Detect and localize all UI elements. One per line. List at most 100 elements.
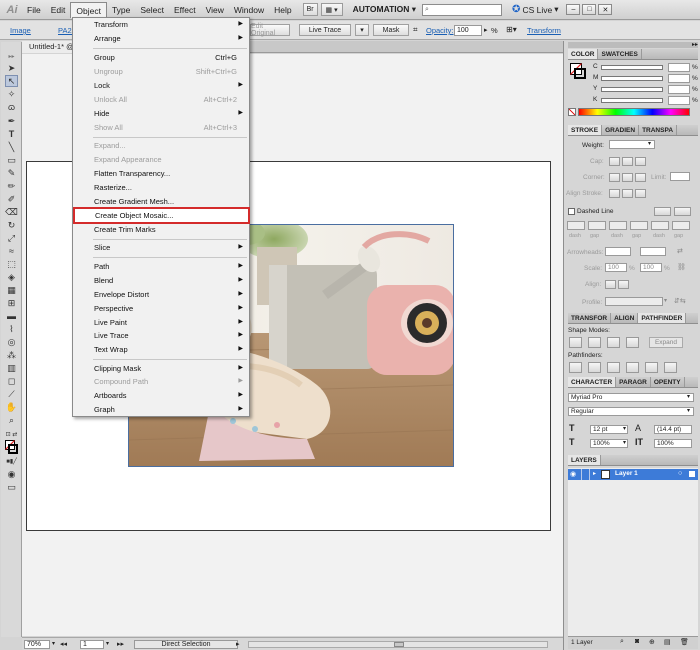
menu-item-create-object-mosaic[interactable]: Create Object Mosaic...	[73, 207, 250, 224]
magic-wand-tool-icon[interactable]: ✧	[5, 88, 18, 100]
mask-button[interactable]: Mask	[373, 24, 409, 36]
opacity-link[interactable]: Opacity:	[426, 26, 454, 35]
layer-selection-indicator[interactable]	[689, 471, 695, 477]
round-cap-icon[interactable]	[622, 157, 633, 166]
exclude-icon[interactable]	[626, 337, 639, 348]
miter-limit-field[interactable]	[670, 172, 690, 181]
column-graph-tool-icon[interactable]: ▥	[5, 362, 18, 374]
status-menu-icon[interactable]: ▸	[236, 640, 240, 648]
swap-arrowheads-icon[interactable]: ⇄	[677, 247, 683, 255]
paintbrush-tool-icon[interactable]: ✎	[5, 167, 18, 179]
horizontal-scrollbar[interactable]	[248, 641, 548, 648]
gap-3-field[interactable]	[672, 221, 690, 230]
tab-color[interactable]: COLOR	[568, 49, 599, 59]
close-icon[interactable]: ✕	[598, 4, 613, 15]
trim-icon[interactable]	[588, 362, 601, 373]
visibility-eye-icon[interactable]: ◉	[570, 470, 576, 478]
lasso-tool-icon[interactable]: ɷ	[5, 101, 18, 113]
edit-original-button[interactable]: Edit Original	[250, 23, 290, 37]
scale-tool-icon[interactable]: ⤢	[5, 232, 18, 244]
dash-1-field[interactable]	[567, 221, 585, 230]
menu-item-path[interactable]: Path ▶	[73, 260, 249, 273]
cyan-field[interactable]	[668, 63, 690, 72]
new-sublayer-icon[interactable]: ⊕	[649, 638, 655, 646]
transform-link[interactable]: Transform	[527, 26, 561, 35]
profile-dropdown-icon[interactable]: ▾	[664, 297, 667, 304]
minus-back-icon[interactable]	[664, 362, 677, 373]
end-arrowhead-select[interactable]	[640, 247, 666, 256]
new-layer-icon[interactable]: ▤	[664, 638, 671, 646]
menu-view[interactable]: View	[201, 2, 229, 18]
artboard-dropdown-icon[interactable]: ▾	[106, 640, 109, 647]
workspace-switcher[interactable]: AUTOMATION ▾	[353, 4, 416, 15]
selection-tool-icon[interactable]: ➤	[5, 62, 18, 74]
none-color-icon[interactable]	[568, 108, 576, 116]
tab-gradient[interactable]: GRADIEN	[602, 125, 640, 135]
menu-help[interactable]: Help	[269, 2, 296, 18]
line-tool-icon[interactable]: ╲	[5, 141, 18, 153]
dash-align-icon[interactable]	[674, 207, 691, 216]
lock-toggle-icon[interactable]	[581, 469, 590, 480]
arrow-place-icon[interactable]	[618, 280, 629, 289]
tab-transform[interactable]: TRANSFOR	[568, 313, 612, 323]
magenta-slider[interactable]	[601, 76, 663, 81]
divide-icon[interactable]	[569, 362, 582, 373]
black-field[interactable]	[668, 96, 690, 105]
menu-item-slice[interactable]: Slice ▶	[73, 241, 249, 254]
symbol-sprayer-tool-icon[interactable]: ⁂	[5, 349, 18, 361]
zoom-dropdown-icon[interactable]: ▾	[52, 640, 55, 647]
align-center-icon[interactable]	[609, 189, 620, 198]
tab-transparency[interactable]: TRANSPA	[639, 125, 678, 135]
menu-item-unlock-all[interactable]: Unlock All Alt+Ctrl+2	[73, 93, 249, 106]
blob-brush-tool-icon[interactable]: ✐	[5, 193, 18, 205]
magenta-field[interactable]	[668, 74, 690, 83]
gap-1-field[interactable]	[588, 221, 606, 230]
screen-mode-icon[interactable]: ▭	[5, 481, 18, 493]
fill-stroke-color-icon[interactable]	[570, 63, 586, 79]
tab-character[interactable]: CHARACTER	[568, 377, 617, 387]
free-transform-tool-icon[interactable]: ⬚	[5, 258, 18, 270]
restore-icon[interactable]: □	[582, 4, 597, 15]
slice-tool-icon[interactable]: ⟋	[5, 388, 18, 400]
font-family-dropdown-icon[interactable]: ▾	[687, 393, 690, 400]
gradient-tool-icon[interactable]: ▬	[5, 310, 18, 322]
end-scale-field[interactable]: 100	[640, 263, 662, 272]
menu-item-hide[interactable]: Hide ▶	[73, 107, 249, 120]
align-icon[interactable]: ⊞▾	[506, 25, 517, 34]
artboard-tool-icon[interactable]: ◻	[5, 375, 18, 387]
menu-edit[interactable]: Edit	[46, 2, 71, 18]
gap-2-field[interactable]	[630, 221, 648, 230]
tab-pathfinder[interactable]: PATHFINDER	[638, 313, 687, 323]
default-fill-stroke-icon[interactable]: ⊡ ⇄	[5, 430, 18, 438]
image-link[interactable]: Image	[10, 26, 31, 35]
tab-swatches[interactable]: SWATCHES	[598, 49, 642, 59]
eyedropper-tool-icon[interactable]: ⌇	[5, 323, 18, 335]
eraser-tool-icon[interactable]: ⌫	[5, 206, 18, 218]
color-spectrum[interactable]	[578, 108, 690, 116]
tab-opentype[interactable]: OPENTY	[651, 377, 685, 387]
menu-item-expand[interactable]: Expand...	[73, 139, 249, 152]
menu-object[interactable]: Object	[70, 1, 107, 18]
draw-mode-icon[interactable]: ◉	[5, 468, 18, 480]
width-profile-select[interactable]	[605, 297, 663, 306]
direct-selection-tool-icon[interactable]: ↖	[5, 75, 18, 87]
dash-3-field[interactable]	[651, 221, 669, 230]
minimize-icon[interactable]: –	[566, 4, 581, 15]
tab-paragraph[interactable]: PARAGR	[616, 377, 651, 387]
butt-cap-icon[interactable]	[609, 157, 620, 166]
font-style-select[interactable]: Regular	[568, 407, 694, 416]
cs-live-button[interactable]: ✪ CS Live ▾	[512, 4, 558, 15]
yellow-field[interactable]	[668, 85, 690, 94]
menu-item-ungroup[interactable]: Ungroup Shift+Ctrl+G	[73, 65, 249, 78]
type-tool-icon[interactable]: T	[5, 128, 18, 140]
menu-item-text-wrap[interactable]: Text Wrap ▶	[73, 343, 249, 356]
scrollbar-thumb[interactable]	[394, 642, 404, 647]
make-clipping-mask-icon[interactable]: ◙	[635, 638, 639, 645]
hscale-dropdown-icon[interactable]: ▾	[623, 439, 626, 446]
start-scale-field[interactable]: 100	[605, 263, 627, 272]
vertical-scale-field[interactable]: 100%	[654, 439, 692, 448]
menu-item-live-trace[interactable]: Live Trace ▶	[73, 329, 249, 342]
status-readout[interactable]: Direct Selection	[134, 640, 238, 649]
menu-item-create-gradient-mesh[interactable]: Create Gradient Mesh...	[73, 195, 249, 208]
menu-item-create-trim-marks[interactable]: Create Trim Marks	[73, 223, 249, 236]
